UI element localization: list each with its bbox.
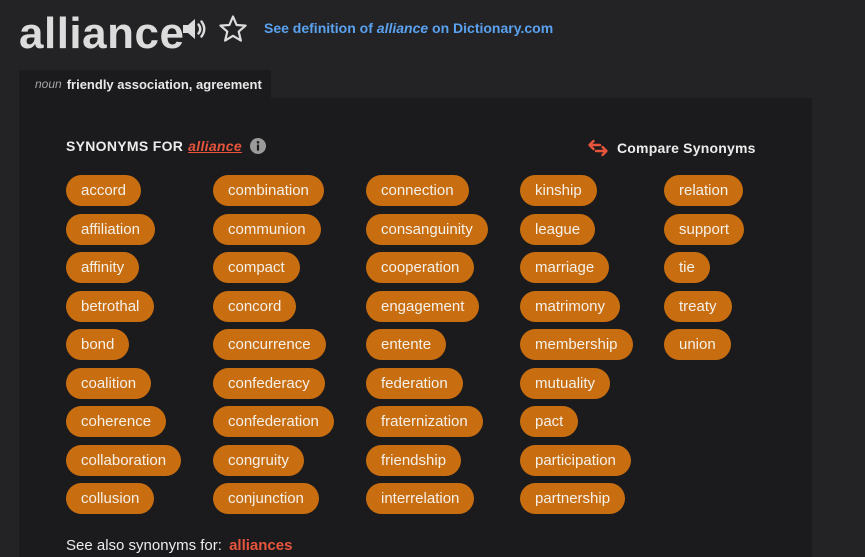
synonym-chip[interactable]: affiliation [66,213,155,245]
synonym-column: kinship league marriage matrimony member… [520,175,633,522]
synonym-chip[interactable]: concurrence [213,329,326,360]
synonym-chip[interactable]: cooperation [366,252,475,283]
dictionary-link-suffix: on Dictionary.com [428,20,554,36]
see-also: See also synonyms for: alliances [66,537,292,554]
synonym-column: connection consanguinity cooperation eng… [366,175,488,522]
compare-arrows-icon [588,139,608,157]
synonym-chip[interactable]: tie [664,252,710,283]
synonym-chip[interactable]: conjunction [213,483,319,514]
synonym-chip[interactable]: congruity [213,444,304,476]
synonym-chip[interactable]: communion [213,213,321,245]
compare-synonyms-label: Compare Synonyms [617,140,756,156]
synonyms-heading-prefix: SYNONYMS FOR [66,138,184,154]
synonym-chip[interactable]: affinity [66,252,140,283]
synonym-chip[interactable]: friendship [366,444,462,476]
synonym-chip[interactable]: kinship [520,175,597,206]
synonym-chip[interactable]: entente [366,329,447,360]
synonym-chip[interactable]: pact [520,406,579,437]
definition-tab[interactable]: noun friendly association, agreement [19,70,271,98]
speaker-icon[interactable] [180,15,208,43]
synonyms-heading: SYNONYMS FOR alliance [66,138,266,154]
star-icon[interactable] [218,14,248,44]
dictionary-link-word: alliance [376,20,429,36]
definition-text: friendly association, agreement [66,76,262,92]
see-also-prefix: See also synonyms for: [66,537,222,554]
synonym-column: combination communion compact concord co… [213,175,334,522]
synonym-chip[interactable]: membership [520,329,633,360]
synonym-chip[interactable]: connection [366,175,469,206]
synonym-chip[interactable]: union [664,329,731,360]
synonym-chip[interactable]: concord [213,290,297,322]
synonym-chip[interactable]: engagement [366,290,480,322]
synonym-chip[interactable]: coherence [66,406,167,437]
synonym-chip[interactable]: collaboration [66,444,182,476]
synonym-chip[interactable]: partnership [520,483,626,514]
synonym-chip[interactable]: consanguinity [366,213,488,245]
synonym-chip[interactable]: matrimony [520,290,621,322]
synonym-chip[interactable]: bond [66,329,130,360]
synonym-chip[interactable]: participation [520,444,631,476]
header: alliance [19,6,184,62]
synonym-chip[interactable]: collusion [66,483,155,514]
synonym-chip[interactable]: accord [66,175,142,206]
synonyms-panel: SYNONYMS FOR alliance Compare Synonyms a… [19,98,812,557]
synonym-chip[interactable]: federation [366,367,463,399]
headword: alliance [19,9,185,58]
dictionary-link-prefix: See definition of [264,20,377,36]
synonym-chip[interactable]: mutuality [520,367,611,399]
synonym-chip[interactable]: support [664,213,745,245]
synonym-chip[interactable]: fraternization [366,406,483,437]
synonym-chip[interactable]: compact [213,252,300,283]
info-icon[interactable] [249,138,266,154]
synonym-column: relation support tie treaty union [664,175,745,368]
synonym-chip[interactable]: marriage [520,252,610,283]
synonym-chip[interactable]: league [520,213,596,245]
compare-synonyms-button[interactable]: Compare Synonyms [587,138,756,158]
synonym-chip[interactable]: relation [664,175,744,206]
dictionary-link[interactable]: See definition of alliance on Dictionary… [264,20,553,36]
part-of-speech: noun [35,77,62,91]
synonym-chip[interactable]: treaty [664,290,732,322]
synonym-chip[interactable]: confederacy [213,367,325,399]
synonym-chip[interactable]: coalition [66,367,152,399]
page: alliance See definition of alliance on D… [0,0,865,557]
see-also-link[interactable]: alliances [229,537,292,554]
synonyms-heading-word: alliance [188,138,242,154]
synonym-chip[interactable]: combination [213,175,324,206]
synonym-column: accord affiliation affinity betrothal bo… [66,175,182,522]
synonym-chip[interactable]: confederation [213,406,334,437]
synonym-chip[interactable]: interrelation [366,483,475,514]
synonym-chip[interactable]: betrothal [66,290,155,322]
